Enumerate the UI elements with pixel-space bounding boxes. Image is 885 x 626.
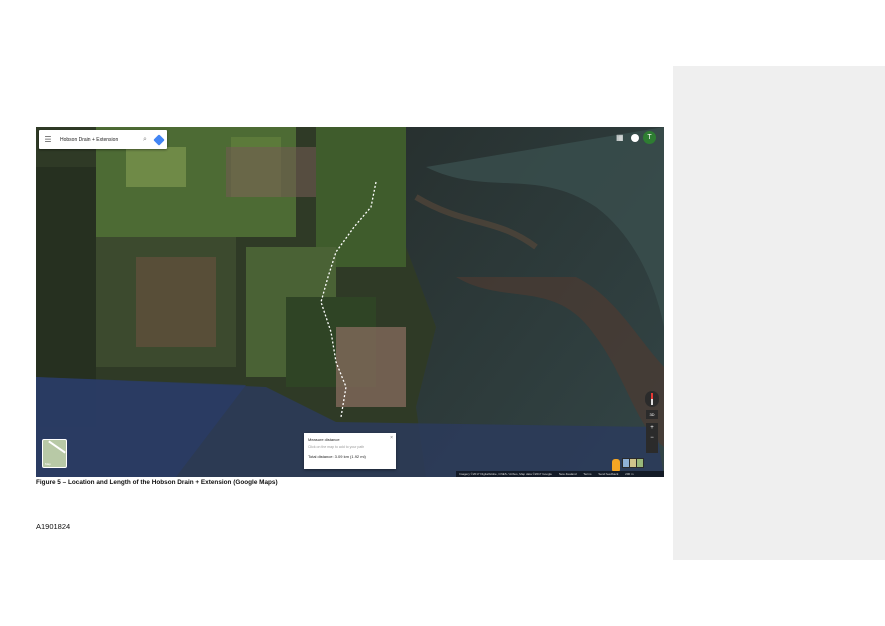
feedback-link[interactable]: Send feedback xyxy=(598,472,618,476)
imagery-layers[interactable] xyxy=(622,458,644,468)
scale-label: 200 m xyxy=(625,472,634,476)
attribution-country: New Zealand xyxy=(558,472,577,476)
close-icon[interactable]: × xyxy=(390,435,393,441)
compass-icon[interactable] xyxy=(645,391,659,407)
layers-icon[interactable]: Map xyxy=(42,439,67,468)
3d-button[interactable]: 3D xyxy=(646,410,658,419)
pegman-icon[interactable] xyxy=(612,459,620,471)
zoom-controls[interactable]: + − xyxy=(646,423,658,453)
figure-caption: Figure 5 – Location and Length of the Ho… xyxy=(36,479,278,486)
search-icon[interactable]: ⌕ xyxy=(139,136,151,144)
document-page: ☰ Hobson Drain + Extension ⌕ ▦ T 3D + − … xyxy=(0,0,885,626)
terms-link[interactable]: Terms xyxy=(583,472,591,476)
satellite-imagery xyxy=(36,127,664,477)
side-panel xyxy=(673,66,885,560)
directions-icon[interactable] xyxy=(151,130,167,149)
map-attribution: Imagery ©2017 DigitalGlobe, CNES / Airbu… xyxy=(456,471,664,477)
map-search-box[interactable]: ☰ Hobson Drain + Extension ⌕ xyxy=(39,130,167,149)
notifications-icon[interactable] xyxy=(631,134,639,142)
measure-distance-card: × Measure distance Click on the map to a… xyxy=(304,433,396,469)
apps-icon[interactable]: ▦ xyxy=(616,133,624,142)
avatar[interactable]: T xyxy=(643,131,656,144)
attribution-imagery: Imagery ©2017 DigitalGlobe, CNES / Airbu… xyxy=(459,472,552,476)
zoom-in-button[interactable]: + xyxy=(646,423,658,433)
document-id: A1901824 xyxy=(36,522,71,531)
measure-hint: Click on the map to add to your path xyxy=(308,445,365,449)
search-input[interactable]: Hobson Drain + Extension xyxy=(57,137,139,143)
satellite-map[interactable]: ☰ Hobson Drain + Extension ⌕ ▦ T 3D + − … xyxy=(36,127,664,477)
zoom-out-button[interactable]: − xyxy=(646,433,658,443)
measure-total: Total distance: 3.09 km (1.92 mi) xyxy=(308,454,366,459)
menu-icon[interactable]: ☰ xyxy=(39,130,57,149)
layers-label: Map xyxy=(45,462,51,466)
measure-title: Measure distance xyxy=(308,437,340,442)
